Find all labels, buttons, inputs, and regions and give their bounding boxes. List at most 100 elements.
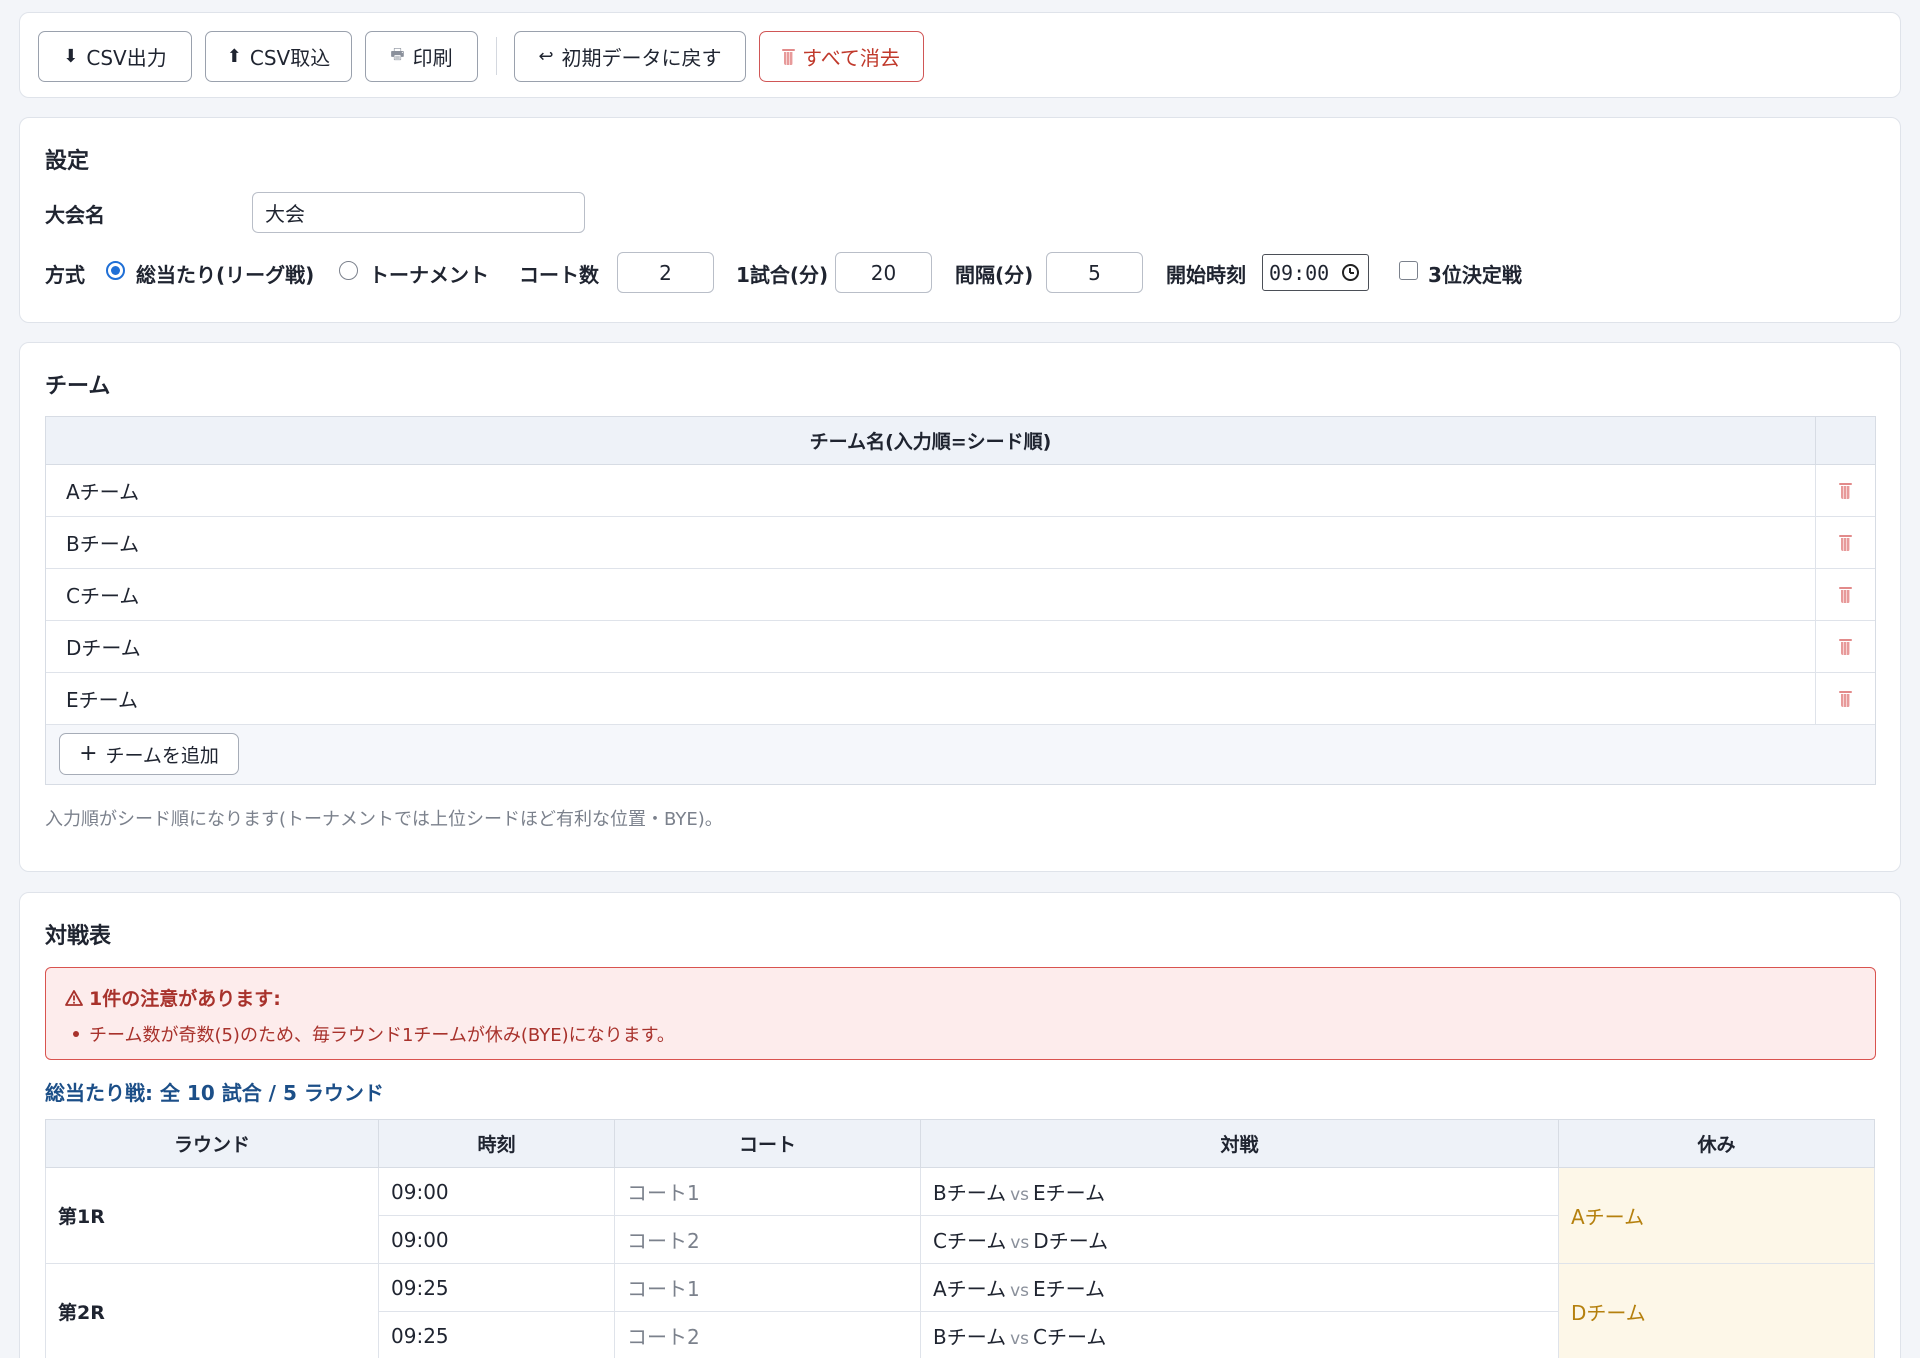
courts-label: コート数 [519,263,599,287]
vs-label: vs [1010,1185,1030,1205]
time-column-header: 時刻 [378,1119,615,1168]
trash-icon [1839,690,1852,707]
match-column-header: 対戦 [920,1119,1559,1168]
rest-cell: Aチーム [1558,1167,1875,1264]
delete-team-button[interactable] [1816,673,1875,724]
format-label: 方式 [45,263,85,287]
tournament-name-input[interactable] [252,192,585,233]
format-league-label: 総当たり(リーグ戦) [136,263,315,287]
away-team: Eチーム [1033,1277,1106,1301]
trash-icon [1839,482,1852,499]
team-row: Bチーム [46,517,1875,569]
trash-icon [1839,534,1852,551]
delete-team-button[interactable] [1816,569,1875,620]
teams-panel: チーム チーム名(入力順=シード順) Aチーム Bチーム Cチーム Dチーム E… [19,342,1901,872]
team-name-column-header: チーム名(入力順=シード順) [46,417,1816,464]
team-name-cell[interactable]: Dチーム [46,621,1816,672]
vs-label: vs [1010,1329,1030,1349]
csv-export-button[interactable]: ⬇ CSV出力 [38,31,192,82]
delete-team-button[interactable] [1816,465,1875,516]
team-row: Eチーム [46,673,1875,725]
printer-icon: 🖶 [390,45,405,63]
away-team: Eチーム [1033,1181,1106,1205]
match-minutes-input[interactable] [835,252,932,293]
settings-panel: 設定 大会名 方式 総当たり(リーグ戦) トーナメント コート数 1試合(分) … [19,117,1901,323]
time-cell: 09:00 [378,1167,615,1216]
schedule-summary: 総当たり戦: 全 10 試合 / 5 ラウンド [45,1081,384,1105]
match-minutes-label: 1試合(分) [736,263,829,287]
warning-triangle-icon [65,989,83,1006]
home-team: Bチーム [933,1325,1007,1349]
format-league-radio[interactable] [106,261,125,280]
team-name-cell[interactable]: Cチーム [46,569,1816,620]
table-row: 第1R 09:00 コート1 Bチーム vs Eチーム Aチーム [45,1167,1875,1264]
actions-column-header [1816,417,1875,464]
schedule-header-row: ラウンド 時刻 コート 対戦 休み [45,1119,1875,1168]
interval-input[interactable] [1046,252,1143,293]
vs-label: vs [1010,1281,1030,1301]
delete-team-button[interactable] [1816,517,1875,568]
delete-team-button[interactable] [1816,621,1875,672]
vs-label: vs [1010,1233,1030,1253]
bullet-icon [73,1031,79,1037]
csv-import-button[interactable]: ⬆ CSV取込 [205,31,352,82]
court-column-header: コート [614,1119,921,1168]
schedule-panel: 対戦表 1件の注意があります: チーム数が奇数(5)のため、毎ラウンド1チームが… [19,892,1901,1358]
round-cell: 第2R [45,1263,379,1358]
format-tournament-radio[interactable] [339,261,358,280]
clear-all-button[interactable]: すべて消去 [759,31,924,82]
tournament-name-label: 大会名 [45,203,105,227]
match-cell: Bチーム vs Cチーム [920,1311,1559,1358]
home-team: Bチーム [933,1181,1007,1205]
team-name-cell[interactable]: Bチーム [46,517,1816,568]
warning-title: 1件の注意があります: [65,984,281,1011]
rest-cell: Dチーム [1558,1263,1875,1358]
round-column-header: ラウンド [45,1119,379,1168]
away-team: Cチーム [1033,1325,1107,1349]
third-place-label: 3位決定戦 [1428,263,1522,287]
format-tournament-label: トーナメント [369,263,489,287]
page: ⬇ CSV出力 ⬆ CSV取込 🖶 印刷 ↩ 初期データに戻す すべて消去 設定… [0,0,1920,1358]
court-cell: コート2 [614,1311,921,1358]
toolbar-divider [496,37,497,75]
settings-title: 設定 [45,149,90,174]
trash-icon [1839,586,1852,603]
toolbar: ⬇ CSV出力 ⬆ CSV取込 🖶 印刷 ↩ 初期データに戻す すべて消去 [19,12,1901,98]
schedule-table: ラウンド 時刻 コート 対戦 休み 第1R 09:00 コート1 Bチーム vs E… [45,1119,1875,1358]
time-cell: 09:25 [378,1263,615,1312]
trash-icon [782,48,796,65]
teams-table-header: チーム名(入力順=シード順) [46,417,1875,465]
home-team: Aチーム [933,1277,1007,1301]
match-cell: Cチーム vs Dチーム [920,1215,1559,1264]
schedule-title: 対戦表 [45,924,112,949]
return-arrow-icon: ↩ [538,46,554,67]
reset-button[interactable]: ↩ 初期データに戻す [514,31,746,82]
team-name-cell[interactable]: Eチーム [46,673,1816,724]
print-button[interactable]: 🖶 印刷 [365,31,478,82]
arrow-up-icon: ⬆ [226,46,242,67]
trash-icon [1839,638,1852,655]
court-cell: コート2 [614,1215,921,1264]
clock-icon [1342,264,1359,281]
add-team-button[interactable]: + チームを追加 [59,733,239,775]
team-row: Aチーム [46,465,1875,517]
third-place-checkbox[interactable] [1399,261,1418,280]
time-cell: 09:00 [378,1215,615,1264]
away-team: Dチーム [1033,1229,1109,1253]
start-time-input[interactable]: 09:00 [1262,254,1369,291]
team-row: Dチーム [46,621,1875,673]
warning-item: チーム数が奇数(5)のため、毎ラウンド1チームが休み(BYE)になります。 [73,1021,675,1047]
teams-table: チーム名(入力順=シード順) Aチーム Bチーム Cチーム Dチーム Eチーム [45,416,1876,785]
match-cell: Bチーム vs Eチーム [920,1167,1559,1216]
team-name-cell[interactable]: Aチーム [46,465,1816,516]
teams-hint: 入力順がシード順になります(トーナメントでは上位シードほど有利な位置・BYE)。 [45,809,723,830]
table-row: 第2R 09:25 コート1 Aチーム vs Eチーム Dチーム [45,1263,1875,1358]
match-cell: Aチーム vs Eチーム [920,1263,1559,1312]
rest-column-header: 休み [1558,1119,1875,1168]
interval-label: 間隔(分) [955,263,1034,287]
arrow-down-icon: ⬇ [63,46,79,67]
round-cell: 第1R [45,1167,379,1264]
time-cell: 09:25 [378,1311,615,1358]
team-row: Cチーム [46,569,1875,621]
courts-input[interactable] [617,252,714,293]
